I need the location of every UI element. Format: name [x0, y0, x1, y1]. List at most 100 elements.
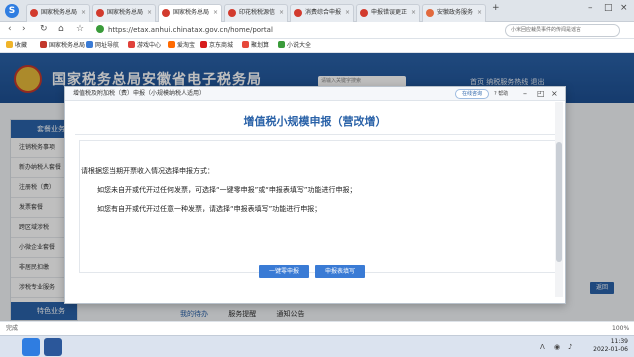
bookmark-item[interactable]: 爱淘宝 [168, 41, 195, 51]
tray-volume-icon[interactable]: ♪ [568, 343, 572, 351]
clock-time: 11:39 [610, 338, 628, 345]
browser-logo-icon[interactable]: S [5, 4, 19, 18]
tab-label: 安徽政务服务 [437, 9, 474, 16]
dialog-titlebar: 增值税及附加税（费）申报（小规模纳税人适用） [65, 87, 565, 101]
bookmark-label: 收藏 [15, 42, 28, 49]
close-tab-icon[interactable]: × [477, 5, 482, 21]
tax-bureau-favicon-icon [96, 9, 104, 17]
browser-tab[interactable]: 消费综合申报 × [290, 4, 354, 22]
new-tab-icon[interactable]: + [492, 3, 500, 13]
close-tab-icon[interactable]: × [411, 5, 416, 21]
browser-tab-active[interactable]: 国家税务总局 × [158, 4, 222, 22]
favorites-button[interactable]: 收藏 [6, 41, 27, 51]
tray-network-icon[interactable]: ◉ [554, 343, 560, 351]
tray-input-icon[interactable]: ᐱ [540, 343, 545, 351]
close-tab-icon[interactable]: × [213, 5, 218, 21]
close-tab-icon[interactable]: × [345, 5, 350, 21]
tab-label: 申报错误更正 [371, 9, 408, 16]
url-text: https://etax.anhui.chinatax.gov.cn/home/… [108, 26, 273, 34]
refresh-icon[interactable]: ↻ [40, 24, 48, 34]
browser-tab[interactable]: 印花税税源信 × [224, 4, 288, 22]
minimize-icon[interactable]: – [523, 89, 527, 99]
close-tab-icon[interactable]: × [81, 5, 86, 21]
browser-status-bar: 完成 100% [0, 321, 634, 335]
forward-arrow-icon[interactable]: › [22, 24, 26, 34]
taobao-icon [168, 41, 175, 48]
fill-declaration-form-button[interactable]: 申报表填写 [315, 265, 365, 278]
dialog-scrollbar[interactable] [555, 102, 563, 297]
game-icon [128, 41, 135, 48]
maximize-icon[interactable]: ◰ [537, 89, 545, 99]
bookmark-label: 京东商城 [209, 42, 234, 49]
zoom-level[interactable]: 100% [612, 322, 629, 335]
instruction-line-2: 如您有自开或代开过任意一种发票，请选择“申报表填写”功能进行申报； [97, 205, 322, 213]
intro-text: 请根据您当期开票收入情况选择申报方式： [81, 167, 214, 175]
dialog-breadcrumb: 增值税及附加税（费）申报（小规模纳税人适用） [73, 90, 206, 97]
back-arrow-icon[interactable]: ‹ [8, 24, 12, 34]
bookmark-item[interactable]: 京东商城 [200, 41, 233, 51]
tax-bureau-favicon-icon [228, 9, 236, 17]
browser-app-icon[interactable] [22, 338, 40, 356]
clock-date: 2022-01-06 [593, 346, 628, 353]
tab-label: 国家税务总局 [107, 9, 144, 16]
bookmark-item[interactable]: 聚划算 [242, 41, 269, 51]
dialog-heading: 增值税小规模申报（营改增） [243, 115, 387, 128]
bookmark-item[interactable]: 网址导航 [86, 41, 119, 51]
tax-bureau-favicon-icon [294, 9, 302, 17]
tax-bureau-favicon-icon [162, 9, 170, 17]
close-window-icon[interactable]: × [620, 3, 628, 13]
home-icon[interactable]: ⌂ [58, 24, 64, 34]
word-app-icon[interactable] [44, 338, 62, 356]
gov-service-favicon-icon [426, 9, 434, 17]
instruction-line-1: 如您未自开或代开过任何发票，可选择“一键零申报”或“申报表填写”功能进行申报； [97, 186, 357, 194]
help-button[interactable]: ? 帮助 [494, 89, 508, 99]
declaration-dialog: 增值税及附加税（费）申报（小规模纳税人适用） 在线咨询 ? 帮助 – ◰ × 增… [64, 86, 566, 304]
browser-search-input[interactable]: 小米回应裁员事件的传闻是谣言 [505, 24, 620, 37]
bookmark-label: 网址导航 [95, 42, 120, 49]
bookmark-item[interactable]: 国家税务总局 [40, 41, 85, 51]
star-icon [6, 41, 13, 48]
tax-emblem-icon [40, 41, 47, 48]
url-field[interactable]: https://etax.anhui.chinatax.gov.cn/home/… [96, 24, 456, 37]
jd-icon [200, 41, 207, 48]
bookmark-label: 游戏中心 [137, 42, 162, 49]
close-tab-icon[interactable]: × [147, 5, 152, 21]
close-tab-icon[interactable]: × [279, 5, 284, 21]
bookmarks-bar: 收藏 国家税务总局 网址导航 游戏中心 爱淘宝 京东商城 聚划算 小说大全 [0, 39, 634, 53]
tab-label: 印花税税源信 [239, 9, 276, 16]
address-bar: ‹ › ↻ ⌂ ☆ https://etax.anhui.chinatax.go… [0, 22, 634, 39]
bookmark-item[interactable]: 游戏中心 [128, 41, 161, 51]
online-consult-button[interactable]: 在线咨询 [455, 89, 489, 99]
tax-bureau-favicon-icon [360, 9, 368, 17]
browser-tab[interactable]: 国家税务总局 × [92, 4, 156, 22]
browser-tab[interactable]: 申报错误更正 × [356, 4, 420, 22]
os-taskbar: ᐱ ◉ ♪ 11:39 2022-01-06 [0, 335, 634, 357]
globe-icon [86, 41, 93, 48]
bookmark-item[interactable]: 小说大全 [278, 41, 311, 51]
book-icon [278, 41, 285, 48]
tab-label: 国家税务总局 [173, 9, 210, 16]
bookmark-label: 爱淘宝 [177, 42, 196, 49]
tax-bureau-favicon-icon [30, 9, 38, 17]
browser-tab-bar: S 国家税务总局 × 国家税务总局 × 国家税务总局 × 印花税税源信 × 消费综合申报… [0, 0, 634, 22]
status-text: 完成 [6, 325, 19, 332]
bookmark-label: 小说大全 [287, 42, 312, 49]
juhuasuan-icon [242, 41, 249, 48]
browser-tab[interactable]: 国家税务总局 × [26, 4, 90, 22]
scroll-thumb[interactable] [556, 142, 562, 262]
tab-label: 消费综合申报 [305, 9, 342, 16]
online-consult-label: 在线咨询 [461, 91, 482, 97]
minimize-icon[interactable]: – [588, 3, 593, 13]
tab-label: 国家税务总局 [41, 9, 78, 16]
bookmark-label: 聚划算 [251, 42, 270, 49]
maximize-icon[interactable]: □ [604, 3, 613, 13]
help-label: 帮助 [498, 91, 509, 97]
clock[interactable]: 11:39 2022-01-06 [593, 338, 628, 354]
browser-tab[interactable]: 安徽政务服务 × [422, 4, 486, 22]
secure-lock-icon [96, 25, 104, 33]
one-click-zero-declare-button[interactable]: 一键零申报 [259, 265, 309, 278]
divider [75, 134, 555, 135]
history-icon[interactable]: ☆ [76, 24, 84, 34]
bookmark-label: 国家税务总局 [49, 42, 86, 49]
close-icon[interactable]: × [551, 89, 558, 99]
